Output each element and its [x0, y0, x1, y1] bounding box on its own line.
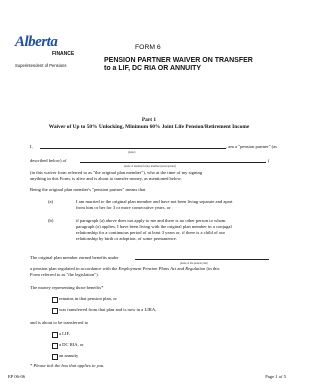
transfer-intro: and is about to be transferred to: [30, 320, 89, 325]
form-title-line-2: to a LIF, DC RIA OR ANNUITY: [104, 65, 202, 72]
member-name-field[interactable]: [80, 162, 266, 163]
regulation-name: Regulation: [185, 266, 206, 271]
pension-plan-name-field[interactable]: [135, 259, 269, 260]
form-title-line-1: PENSION PARTNER WAIVER ON TRANSFER: [104, 57, 253, 64]
described-label: described below) of: [30, 158, 67, 163]
partner-name-field[interactable]: [40, 148, 226, 149]
name-caption: (name): [128, 151, 136, 154]
plan-caption: (name of the pension plan): [180, 262, 208, 265]
plan-line-1: The original plan member earned benefits…: [30, 255, 119, 260]
remains-option-label: remains in that pension plan, or: [59, 295, 117, 301]
part-heading: Part 1: [141, 117, 157, 123]
transferred-checkbox[interactable]: [52, 308, 58, 314]
form-code: EP 06-06: [8, 374, 26, 379]
dc-ria-checkbox[interactable]: [52, 343, 58, 349]
form-number: FORM 6: [135, 44, 161, 51]
act-name: Employment Pension Plans Act: [118, 266, 177, 271]
plan-line-2-end: (in this: [205, 266, 220, 271]
form-title: PENSION PARTNER WAIVER ON TRANSFER to a …: [104, 57, 253, 73]
plan-line-2-and: and: [176, 266, 186, 271]
logo-subtitle: FINANCE: [52, 51, 75, 57]
remains-checkbox[interactable]: [52, 297, 58, 303]
plan-line-3: Form referred to as "the legislation").: [30, 272, 99, 277]
lif-checkbox[interactable]: [52, 332, 58, 338]
plan-line-2-text: a pension plan regulated in accordance w…: [30, 266, 119, 271]
intro-paragraph-line-2: anything in this Form, is alive and is a…: [30, 176, 182, 181]
member-caption: (name of member/former member/spouse/par…: [124, 165, 177, 168]
i-label: I,: [30, 144, 33, 149]
money-intro: The money representing those benefits*: [30, 285, 104, 290]
superintendent-label: Superintendent of Pensions: [15, 63, 67, 68]
logo-wordmark: Alberta: [15, 34, 58, 50]
being-statement: Being the original plan member's "pensio…: [30, 187, 146, 192]
transferred-option-label: was transferred from that plan and is no…: [59, 306, 157, 312]
tick-note: * Please tick the box that applies to yo…: [30, 363, 105, 368]
page-number: Page 1 of 5: [265, 374, 286, 379]
partner-suffix: , am a "pension partner" (as: [226, 144, 277, 149]
condition-a-line-2: from him or her for 3 or more consecutiv…: [76, 205, 171, 210]
annuity-checkbox[interactable]: [52, 354, 58, 360]
described-suffix: (: [268, 158, 270, 163]
part-subheading: Waiver of Up to 50% Unlocking, Minimum 6…: [48, 124, 250, 130]
condition-b-label: (b): [48, 218, 54, 223]
lif-option-label: a LIF,: [59, 330, 70, 336]
condition-a-label: (a): [48, 199, 54, 204]
annuity-option-label: an annuity: [59, 352, 79, 358]
condition-b-line-4: relationship by birth or adoption, of so…: [76, 236, 177, 241]
dc-ria-option-label: a DC RIA, or: [59, 341, 84, 347]
